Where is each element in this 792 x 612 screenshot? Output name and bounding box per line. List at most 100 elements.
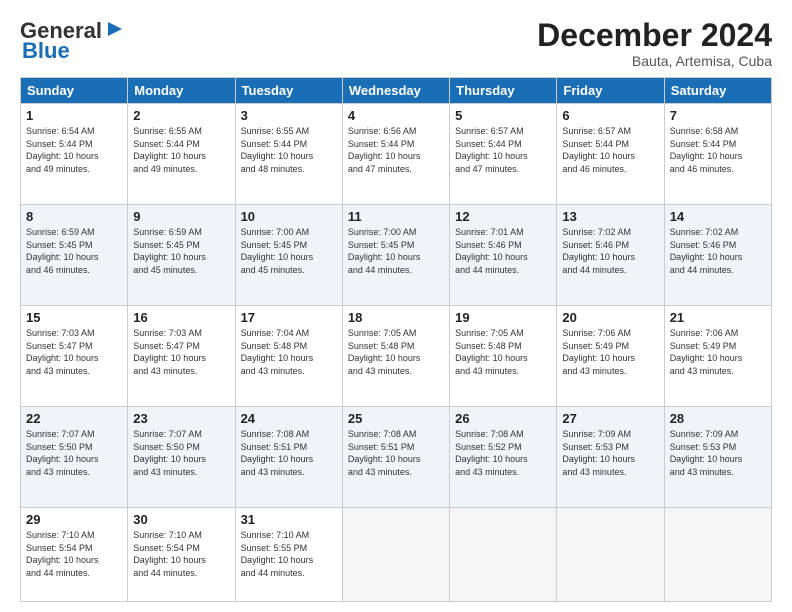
table-row: 9 Sunrise: 6:59 AMSunset: 5:45 PMDaylight… [128, 205, 235, 306]
day-number: 17 [241, 310, 337, 325]
table-row: 5 Sunrise: 6:57 AMSunset: 5:44 PMDaylight… [450, 104, 557, 205]
header-saturday: Saturday [664, 78, 771, 104]
day-number: 3 [241, 108, 337, 123]
logo: General Blue [20, 18, 126, 64]
header: General Blue December 2024 Bauta, Artemi… [20, 18, 772, 69]
header-friday: Friday [557, 78, 664, 104]
day-number: 19 [455, 310, 551, 325]
calendar-week-row: 22 Sunrise: 7:07 AMSunset: 5:50 PMDayligh… [21, 407, 772, 508]
table-row: 6Sunrise: 6:57 AMSunset: 5:44 PMDaylight… [557, 104, 664, 205]
table-row [557, 507, 664, 601]
day-info: Sunrise: 7:06 AMSunset: 5:49 PMDaylight:… [562, 327, 658, 377]
calendar-week-row: 15 Sunrise: 7:03 AMSunset: 5:47 PMDayligh… [21, 306, 772, 407]
header-monday: Monday [128, 78, 235, 104]
table-row: 20Sunrise: 7:06 AMSunset: 5:49 PMDayligh… [557, 306, 664, 407]
day-number: 25 [348, 411, 444, 426]
table-row: 18Sunrise: 7:05 AMSunset: 5:48 PMDayligh… [342, 306, 449, 407]
day-info: Sunrise: 7:10 AMSunset: 5:55 PMDaylight:… [241, 529, 337, 579]
day-number: 12 [455, 209, 551, 224]
table-row: 12Sunrise: 7:01 AMSunset: 5:46 PMDayligh… [450, 205, 557, 306]
day-info: Sunrise: 7:05 AMSunset: 5:48 PMDaylight:… [455, 327, 551, 377]
table-row: 15 Sunrise: 7:03 AMSunset: 5:47 PMDayligh… [21, 306, 128, 407]
day-number: 5 [455, 108, 551, 123]
day-number: 13 [562, 209, 658, 224]
table-row: 27Sunrise: 7:09 AMSunset: 5:53 PMDayligh… [557, 407, 664, 508]
table-row: 13Sunrise: 7:02 AMSunset: 5:46 PMDayligh… [557, 205, 664, 306]
table-row: 25Sunrise: 7:08 AMSunset: 5:51 PMDayligh… [342, 407, 449, 508]
day-number: 18 [348, 310, 444, 325]
day-number: 16 [133, 310, 229, 325]
table-row: 24 Sunrise: 7:08 AMSunset: 5:51 PMDayligh… [235, 407, 342, 508]
table-row: 17 Sunrise: 7:04 AMSunset: 5:48 PMDayligh… [235, 306, 342, 407]
table-row: 29 Sunrise: 7:10 AMSunset: 5:54 PMDayligh… [21, 507, 128, 601]
day-number: 9 [133, 209, 229, 224]
day-number: 29 [26, 512, 122, 527]
table-row [664, 507, 771, 601]
table-row: 2 Sunrise: 6:55 AMSunset: 5:44 PMDaylight… [128, 104, 235, 205]
table-row: 14Sunrise: 7:02 AMSunset: 5:46 PMDayligh… [664, 205, 771, 306]
day-info: Sunrise: 7:08 AMSunset: 5:51 PMDaylight:… [241, 428, 337, 478]
day-info: Sunrise: 7:02 AMSunset: 5:46 PMDaylight:… [670, 226, 766, 276]
table-row: 1Sunrise: 6:54 AMSunset: 5:44 PMDaylight… [21, 104, 128, 205]
header-thursday: Thursday [450, 78, 557, 104]
day-number: 2 [133, 108, 229, 123]
day-number: 1 [26, 108, 122, 123]
table-row: 22Sunrise: 7:07 AMSunset: 5:50 PMDayligh… [21, 407, 128, 508]
header-sunday: Sunday [21, 78, 128, 104]
day-number: 11 [348, 209, 444, 224]
month-title: December 2024 [537, 18, 772, 53]
day-info: Sunrise: 6:59 AMSunset: 5:45 PMDaylight:… [26, 226, 122, 276]
table-row: 28 Sunrise: 7:09 AMSunset: 5:53 PMDayligh… [664, 407, 771, 508]
day-info: Sunrise: 6:55 AMSunset: 5:44 PMDaylight:… [133, 125, 229, 175]
table-row: 10 Sunrise: 7:00 AMSunset: 5:45 PMDayligh… [235, 205, 342, 306]
day-number: 15 [26, 310, 122, 325]
title-section: December 2024 Bauta, Artemisa, Cuba [537, 18, 772, 69]
calendar-week-row: 29 Sunrise: 7:10 AMSunset: 5:54 PMDayligh… [21, 507, 772, 601]
calendar-table: Sunday Monday Tuesday Wednesday Thursday… [20, 77, 772, 602]
day-info: Sunrise: 6:57 AMSunset: 5:44 PMDaylight:… [455, 125, 551, 175]
calendar-week-row: 1Sunrise: 6:54 AMSunset: 5:44 PMDaylight… [21, 104, 772, 205]
table-row: 31 Sunrise: 7:10 AMSunset: 5:55 PMDayligh… [235, 507, 342, 601]
day-number: 31 [241, 512, 337, 527]
table-row: 8 Sunrise: 6:59 AMSunset: 5:45 PMDaylight… [21, 205, 128, 306]
header-wednesday: Wednesday [342, 78, 449, 104]
table-row: 11 Sunrise: 7:00 AMSunset: 5:45 PMDayligh… [342, 205, 449, 306]
day-info: Sunrise: 6:55 AMSunset: 5:44 PMDaylight:… [241, 125, 337, 175]
day-number: 7 [670, 108, 766, 123]
location: Bauta, Artemisa, Cuba [537, 53, 772, 69]
day-info: Sunrise: 7:08 AMSunset: 5:52 PMDaylight:… [455, 428, 551, 478]
calendar-week-row: 8 Sunrise: 6:59 AMSunset: 5:45 PMDaylight… [21, 205, 772, 306]
logo-arrow-icon [104, 18, 126, 40]
table-row: 23 Sunrise: 7:07 AMSunset: 5:50 PMDayligh… [128, 407, 235, 508]
day-number: 23 [133, 411, 229, 426]
day-info: Sunrise: 7:00 AMSunset: 5:45 PMDaylight:… [348, 226, 444, 276]
day-info: Sunrise: 6:58 AMSunset: 5:44 PMDaylight:… [670, 125, 766, 175]
day-number: 10 [241, 209, 337, 224]
days-header-row: Sunday Monday Tuesday Wednesday Thursday… [21, 78, 772, 104]
day-info: Sunrise: 7:09 AMSunset: 5:53 PMDaylight:… [670, 428, 766, 478]
table-row: 19 Sunrise: 7:05 AMSunset: 5:48 PMDayligh… [450, 306, 557, 407]
day-number: 24 [241, 411, 337, 426]
logo-blue: Blue [20, 38, 70, 64]
calendar-page: General Blue December 2024 Bauta, Artemi… [0, 0, 792, 612]
day-number: 4 [348, 108, 444, 123]
day-info: Sunrise: 7:09 AMSunset: 5:53 PMDaylight:… [562, 428, 658, 478]
day-number: 21 [670, 310, 766, 325]
day-number: 30 [133, 512, 229, 527]
table-row: 30Sunrise: 7:10 AMSunset: 5:54 PMDayligh… [128, 507, 235, 601]
day-info: Sunrise: 7:03 AMSunset: 5:47 PMDaylight:… [133, 327, 229, 377]
day-info: Sunrise: 7:03 AMSunset: 5:47 PMDaylight:… [26, 327, 122, 377]
day-number: 22 [26, 411, 122, 426]
day-info: Sunrise: 6:59 AMSunset: 5:45 PMDaylight:… [133, 226, 229, 276]
day-info: Sunrise: 7:10 AMSunset: 5:54 PMDaylight:… [26, 529, 122, 579]
day-number: 8 [26, 209, 122, 224]
table-row: 16 Sunrise: 7:03 AMSunset: 5:47 PMDayligh… [128, 306, 235, 407]
day-info: Sunrise: 7:00 AMSunset: 5:45 PMDaylight:… [241, 226, 337, 276]
day-number: 28 [670, 411, 766, 426]
table-row: 26Sunrise: 7:08 AMSunset: 5:52 PMDayligh… [450, 407, 557, 508]
day-info: Sunrise: 7:04 AMSunset: 5:48 PMDaylight:… [241, 327, 337, 377]
day-info: Sunrise: 7:07 AMSunset: 5:50 PMDaylight:… [133, 428, 229, 478]
day-info: Sunrise: 6:57 AMSunset: 5:44 PMDaylight:… [562, 125, 658, 175]
day-info: Sunrise: 6:56 AMSunset: 5:44 PMDaylight:… [348, 125, 444, 175]
table-row: 4 Sunrise: 6:56 AMSunset: 5:44 PMDaylight… [342, 104, 449, 205]
